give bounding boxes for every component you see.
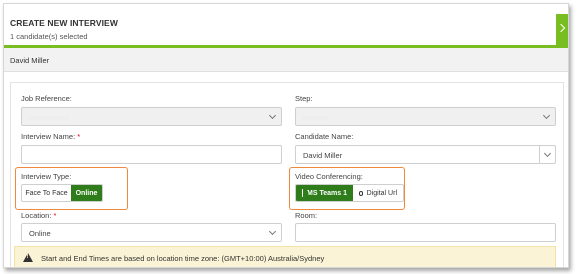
- timezone-notice: Start and End Times are based on locatio…: [14, 246, 556, 267]
- face-to-face-option[interactable]: Face To Face: [22, 185, 71, 201]
- dialog-header: CREATE NEW INTERVIEW 1 candidate(s) sele…: [4, 4, 568, 48]
- dropdown-toggle[interactable]: [539, 146, 555, 163]
- interview-name-input[interactable]: [21, 145, 282, 164]
- online-option[interactable]: Online: [71, 185, 102, 201]
- required-marker: *: [77, 132, 81, 141]
- location-label: Location: *: [21, 211, 57, 220]
- step-value: · · · · · ·: [303, 113, 329, 122]
- job-reference-value: · · · · · · · · ·: [29, 113, 69, 122]
- job-reference-label: Job Reference:: [21, 94, 72, 103]
- link-icon: [359, 190, 363, 196]
- create-interview-dialog: CREATE NEW INTERVIEW 1 candidate(s) sele…: [3, 3, 569, 268]
- step-select[interactable]: · · · · · ·: [295, 107, 556, 126]
- candidate-heading: David Miller: [10, 56, 50, 65]
- interview-name-label: Interview Name: *: [21, 132, 81, 141]
- ms-teams-icon: [302, 189, 309, 197]
- chevron-down-icon: [542, 111, 551, 120]
- timezone-notice-text: Start and End Times are based on locatio…: [41, 254, 325, 263]
- interview-type-label: Interview Type:: [21, 172, 72, 181]
- collapse-panel-button[interactable]: [556, 14, 568, 48]
- job-reference-select[interactable]: · · · · · · · · ·: [21, 107, 282, 126]
- video-conferencing-toggle: MS Teams 1 Digital Url: [295, 184, 404, 202]
- candidate-name-select[interactable]: David Miller: [295, 145, 556, 164]
- dialog-title: CREATE NEW INTERVIEW: [10, 18, 118, 28]
- candidate-name-label: Candidate Name:: [295, 132, 354, 141]
- room-input[interactable]: [295, 223, 556, 242]
- warning-icon: [23, 253, 33, 262]
- ms-teams-option[interactable]: MS Teams 1: [296, 185, 353, 201]
- chevron-down-icon: [268, 111, 277, 120]
- interview-form-panel: Job Reference: · · · · · · · · · Step: ·…: [10, 82, 564, 267]
- interview-type-toggle: Face To Face Online: [21, 184, 103, 202]
- required-marker: *: [53, 211, 57, 220]
- chevron-down-icon: [268, 227, 277, 236]
- room-label: Room:: [295, 211, 318, 220]
- candidate-bar: David Miller: [4, 48, 568, 72]
- video-conferencing-label: Video Conferencing:: [295, 172, 363, 181]
- candidate-name-value: David Miller: [303, 151, 343, 160]
- location-select[interactable]: Online: [21, 223, 282, 242]
- location-value: Online: [29, 229, 51, 238]
- step-label: Step:: [295, 94, 313, 103]
- chevron-down-icon: [543, 149, 552, 158]
- digital-url-option[interactable]: Digital Url: [353, 185, 403, 201]
- chevron-right-icon: [556, 23, 566, 33]
- selected-count: 1 candidate(s) selected: [10, 32, 88, 41]
